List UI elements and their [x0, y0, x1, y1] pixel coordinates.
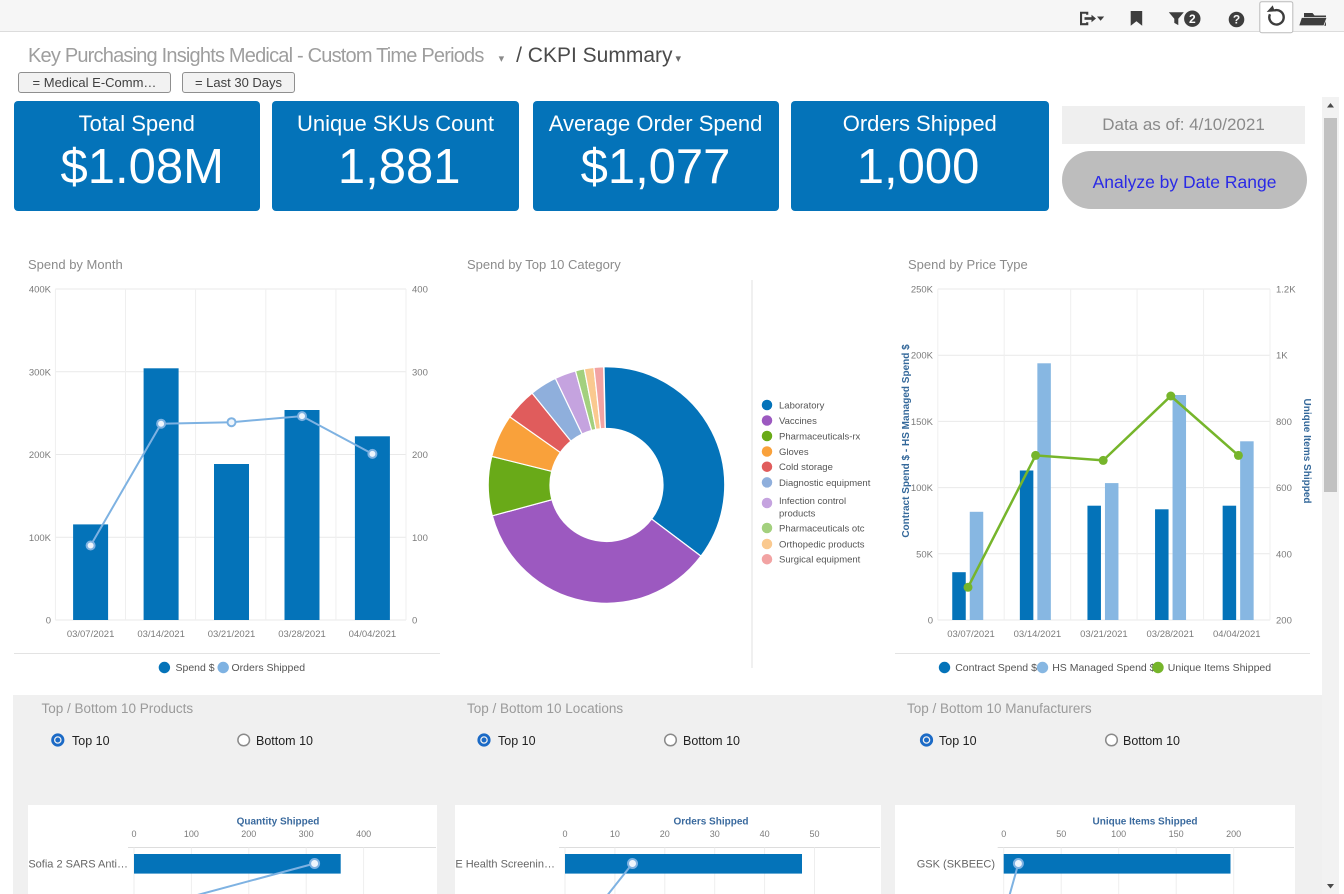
- svg-text:03/07/2021: 03/07/2021: [67, 629, 115, 640]
- svg-text:Contract Spend $ - HS Manage: Contract Spend $ - HS Managed Spend $: [901, 344, 912, 538]
- svg-text:Surgical equipment: Surgical equipment: [779, 555, 861, 566]
- svg-text:200: 200: [1276, 616, 1292, 627]
- svg-text:Spend $: Spend $: [176, 662, 215, 674]
- svg-text:03/21/2021: 03/21/2021: [1080, 629, 1128, 640]
- svg-text:400: 400: [1276, 549, 1292, 560]
- svg-text:1K: 1K: [1276, 351, 1288, 362]
- svg-text:Pharmaceuticals otc: Pharmaceuticals otc: [779, 524, 865, 535]
- svg-text:250K: 250K: [911, 285, 934, 296]
- svg-text:300K: 300K: [29, 367, 52, 378]
- svg-text:Cold storage: Cold storage: [779, 462, 833, 473]
- svg-text:1.2K: 1.2K: [1276, 285, 1296, 296]
- svg-text:Quantity Shipped: Quantity Shipped: [237, 817, 320, 828]
- svg-text:Unique Items Shipped: Unique Items Shipped: [1092, 817, 1197, 828]
- svg-text:100K: 100K: [911, 483, 934, 494]
- svg-text:0: 0: [412, 616, 417, 627]
- svg-text:200: 200: [412, 450, 428, 461]
- svg-text:03/28/2021: 03/28/2021: [1147, 629, 1195, 640]
- svg-text:Diagnostic equipment: Diagnostic equipment: [779, 478, 871, 489]
- svg-text:400: 400: [356, 829, 371, 839]
- svg-text:200: 200: [241, 829, 256, 839]
- svg-text:04/04/2021: 04/04/2021: [1213, 629, 1261, 640]
- svg-text:E Health Screenin…: E Health Screenin…: [455, 859, 555, 871]
- svg-text:Gloves: Gloves: [779, 447, 809, 458]
- svg-text:Unique Items Shipped: Unique Items Shipped: [1301, 398, 1312, 503]
- svg-text:2: 2: [1189, 12, 1196, 26]
- svg-text:300: 300: [299, 829, 314, 839]
- svg-text:products: products: [779, 509, 816, 520]
- svg-text:200K: 200K: [911, 351, 934, 362]
- svg-text:Pharmaceuticals-rx: Pharmaceuticals-rx: [779, 432, 861, 443]
- svg-text:Orders Shipped: Orders Shipped: [232, 662, 306, 674]
- svg-text:04/04/2021: 04/04/2021: [349, 629, 397, 640]
- svg-text:30: 30: [710, 829, 720, 839]
- svg-text:Unique Items Shipped: Unique Items Shipped: [1168, 662, 1271, 674]
- svg-text:HS Managed Spend $: HS Managed Spend $: [1052, 662, 1155, 674]
- svg-text:10: 10: [610, 829, 620, 839]
- svg-text:600: 600: [1276, 483, 1292, 494]
- svg-text:Contract Spend $: Contract Spend $: [955, 662, 1037, 674]
- svg-text:150K: 150K: [911, 417, 934, 428]
- svg-text:0: 0: [46, 616, 51, 627]
- svg-text:400: 400: [412, 285, 428, 296]
- svg-text:100: 100: [184, 829, 199, 839]
- svg-text:Orthopedic products: Orthopedic products: [779, 540, 865, 551]
- svg-text:50: 50: [1056, 829, 1066, 839]
- svg-text:GSK (SKBEEC): GSK (SKBEEC): [917, 859, 995, 871]
- svg-text:50: 50: [809, 829, 819, 839]
- svg-text:Sofia 2 SARS Anti…: Sofia 2 SARS Anti…: [28, 859, 128, 871]
- svg-text:100: 100: [412, 533, 428, 544]
- svg-text:0: 0: [928, 616, 933, 627]
- svg-text:100K: 100K: [29, 533, 52, 544]
- svg-text:Vaccines: Vaccines: [779, 416, 817, 427]
- svg-text:40: 40: [760, 829, 770, 839]
- svg-text:150: 150: [1169, 829, 1184, 839]
- svg-text:Laboratory: Laboratory: [779, 401, 825, 412]
- svg-text:0: 0: [562, 829, 567, 839]
- svg-text:200: 200: [1226, 829, 1241, 839]
- svg-text:?: ?: [1233, 13, 1240, 27]
- svg-text:03/14/2021: 03/14/2021: [1014, 629, 1062, 640]
- svg-text:300: 300: [412, 367, 428, 378]
- svg-text:800: 800: [1276, 417, 1292, 428]
- svg-text:Orders Shipped: Orders Shipped: [673, 817, 748, 828]
- svg-text:200K: 200K: [29, 450, 52, 461]
- svg-text:03/14/2021: 03/14/2021: [137, 629, 185, 640]
- svg-text:50K: 50K: [916, 549, 934, 560]
- svg-text:Infection control: Infection control: [779, 496, 846, 507]
- svg-text:03/07/2021: 03/07/2021: [947, 629, 995, 640]
- svg-text:03/21/2021: 03/21/2021: [208, 629, 256, 640]
- svg-text:03/28/2021: 03/28/2021: [278, 629, 326, 640]
- svg-text:0: 0: [131, 829, 136, 839]
- svg-text:0: 0: [1001, 829, 1006, 839]
- svg-text:100: 100: [1111, 829, 1126, 839]
- svg-text:400K: 400K: [29, 285, 52, 296]
- svg-text:20: 20: [660, 829, 670, 839]
